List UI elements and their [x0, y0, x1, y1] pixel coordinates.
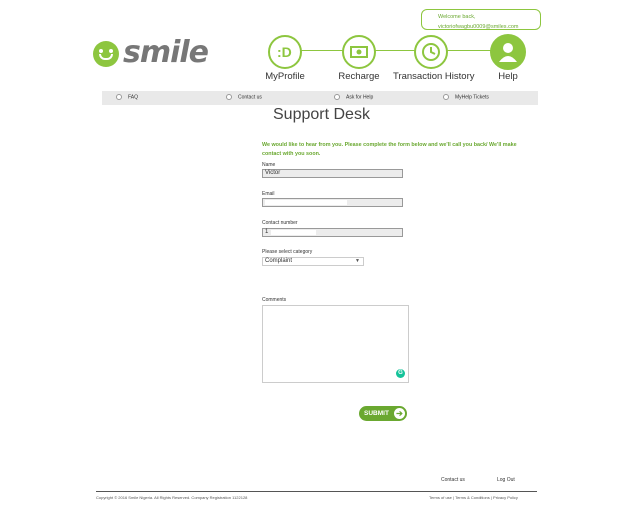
- subnav-myhelp-tickets[interactable]: MyHelp Tickets: [443, 94, 489, 100]
- contact-number-label: Contact number: [262, 220, 298, 226]
- nav-myprofile-icon[interactable]: :D: [268, 35, 302, 69]
- footer-contact-us[interactable]: Contact us: [441, 477, 465, 483]
- name-label: Name: [262, 162, 276, 168]
- user-icon[interactable]: [490, 34, 526, 70]
- category-select[interactable]: Complaint ▼: [262, 257, 364, 266]
- page-title: Support Desk: [273, 106, 370, 123]
- email-label: Email: [262, 191, 275, 197]
- redacted-email: [265, 200, 347, 205]
- comments-label: Comments: [262, 297, 287, 303]
- submit-button[interactable]: SUBMIT ➔: [359, 406, 407, 421]
- welcome-email: victoriofwagbu0009@smiles.com: [438, 24, 519, 30]
- grammarly-icon[interactable]: G: [396, 369, 405, 378]
- clock-icon[interactable]: [414, 35, 448, 69]
- nav-help-label[interactable]: Help: [488, 71, 528, 82]
- help-subnav: FAQ Contact us Ask for Help MyHelp Ticke…: [102, 91, 538, 105]
- nav-recharge-label[interactable]: Recharge: [329, 71, 389, 82]
- legal-links[interactable]: Terms of use | Terms & Conditions | Priv…: [429, 495, 518, 500]
- arrow-right-icon: ➔: [394, 408, 405, 419]
- money-icon[interactable]: [342, 35, 376, 69]
- logo-text: smile: [123, 35, 209, 70]
- subnav-faq[interactable]: FAQ: [116, 94, 138, 100]
- nav-transaction-history-label[interactable]: Transaction History: [393, 71, 474, 82]
- welcome-greeting: Welcome back,: [438, 14, 476, 20]
- footer-divider: [96, 491, 537, 492]
- smile-logo[interactable]: smile: [93, 35, 209, 75]
- welcome-box: Welcome back, victoriofwagbu0009@smiles.…: [421, 9, 541, 30]
- nav-myprofile-label[interactable]: MyProfile: [255, 71, 315, 82]
- contact-number-field[interactable]: 1: [262, 228, 403, 237]
- subnav-contact-us[interactable]: Contact us: [226, 94, 262, 100]
- intro-text: We would like to hear from you. Please c…: [262, 142, 517, 157]
- nav-connector-line: [285, 50, 510, 51]
- email-field[interactable]: [262, 198, 403, 207]
- comments-textarea[interactable]: [262, 305, 409, 383]
- redacted-phone: [271, 230, 316, 235]
- copyright-text: Copyright © 2016 Smile Nigeria. All Righ…: [96, 495, 248, 500]
- chevron-down-icon: ▼: [355, 258, 360, 264]
- category-label: Please select category: [262, 249, 313, 255]
- footer-log-out[interactable]: Log Out: [497, 477, 515, 483]
- name-field[interactable]: Victor: [262, 169, 403, 178]
- subnav-ask-for-help[interactable]: Ask for Help: [334, 94, 373, 100]
